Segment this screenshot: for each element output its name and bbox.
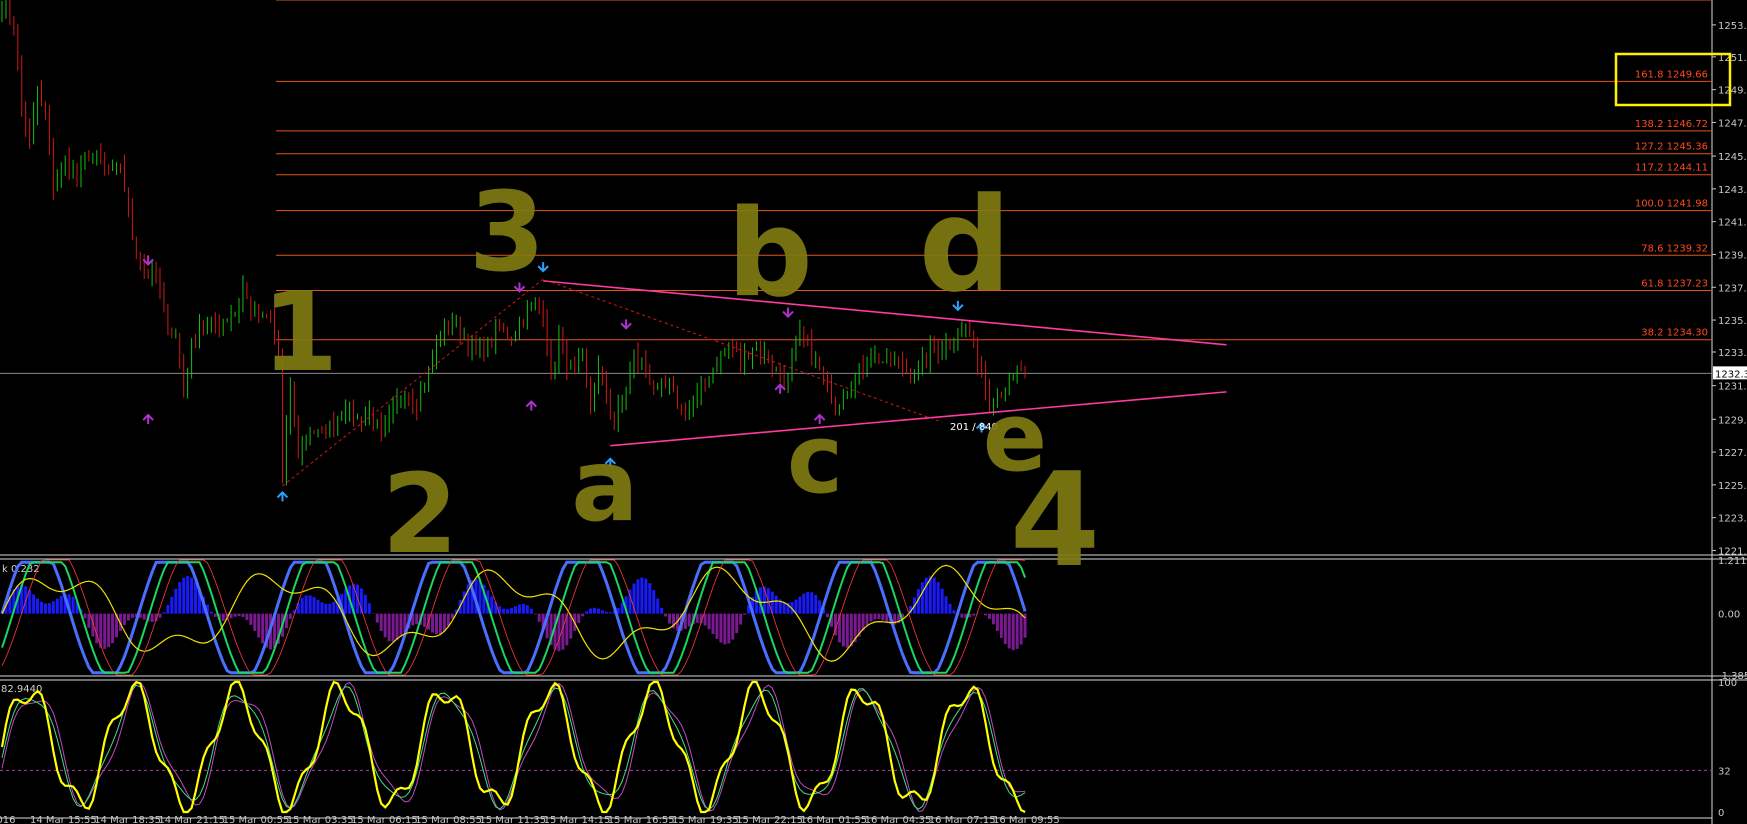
price-tick-label: 1231.57: [1718, 382, 1747, 393]
price-tick-label: 1233.57: [1718, 348, 1747, 359]
wave-label: d: [918, 169, 1011, 321]
osc2-tick-label: 0: [1718, 808, 1724, 819]
price-tick-label: 1227.62: [1718, 448, 1747, 459]
price-tick-label: 1225.67: [1718, 481, 1747, 492]
time-tick-label: 14 Mar 21:15: [158, 815, 225, 824]
price-tick-label: 1243.27: [1718, 185, 1747, 196]
fib-level-label: 61.8 1237.23: [1641, 278, 1708, 289]
time-tick-label: 15 Mar 06:15: [351, 815, 418, 824]
trading-chart[interactable]: 161.8 1249.66 138.2 1246.72 127.2 1245.36 1…: [0, 0, 1747, 824]
trend-line: [610, 391, 1227, 447]
time-tick-label: 15 Mar 08:55: [415, 815, 482, 824]
time-tick-label: 16 Mar 01:55: [800, 815, 867, 824]
arrow-up-icon: [276, 490, 289, 502]
arrow-up-icon: [525, 400, 538, 411]
time-tick-label: 15 Mar 03:35: [287, 815, 354, 824]
price-tick-label: 1223.72: [1718, 514, 1747, 525]
time-tick-label: 16 Mar 04:35: [865, 815, 932, 824]
oscillator-2-pane: 10032082.9440: [0, 678, 1737, 819]
oscillator-1-pane: 1.2110.00-1.385k 0.232: [0, 556, 1747, 682]
time-tick-label: 14 Mar 15:55: [30, 815, 97, 824]
price-tick-label: 1229.57: [1718, 415, 1747, 426]
time-tick-label: 15 Mar 11:35: [479, 815, 546, 824]
time-tick-label: 14 Mar 18:35: [94, 815, 161, 824]
osc1-line-yellow: [1, 564, 1026, 662]
time-tick-label: 15 Mar 22:15: [736, 815, 803, 824]
price-tick-label: 1235.47: [1718, 316, 1747, 327]
time-tick-label: 15 Mar 16:55: [608, 815, 675, 824]
price-tick-label: 1249.17: [1718, 86, 1747, 97]
osc1-label: k 0.232: [2, 564, 40, 575]
osc1-tick-label: 1.211: [1718, 556, 1747, 567]
time-tick-label: 15 Mar 00:55: [223, 815, 290, 824]
price-pane: [0, 0, 1747, 824]
fib-level-label: 100.0 1241.98: [1635, 199, 1708, 210]
fib-level-label: 138.2 1246.72: [1635, 119, 1708, 130]
wave-label: 2: [382, 450, 459, 578]
price-tick-label: 1239.37: [1718, 250, 1747, 261]
osc1-tick-label: 0.00: [1718, 610, 1740, 621]
price-tick-label: 1253.02: [1718, 21, 1747, 32]
fib-level-label: 127.2 1245.36: [1635, 142, 1708, 153]
price-tick-label: 1241.32: [1718, 218, 1747, 229]
time-tick-label: 15 Mar 19:35: [672, 815, 739, 824]
current-price-label: 1232.3: [1715, 369, 1747, 380]
arrow-down-icon: [620, 319, 632, 330]
osc2-tick-label: 100: [1718, 678, 1737, 689]
time-axis: 2016 14 Mar 15:5514 Mar 18:3514 Mar 21:15…: [0, 815, 1060, 824]
wave-label: c: [787, 405, 843, 515]
osc2-tick-label: 32: [1718, 766, 1731, 777]
fib-level-label: 38.2 1234.30: [1641, 328, 1708, 339]
price-tick-label: 1237.42: [1718, 283, 1747, 294]
time-tick-label: 2016: [0, 815, 15, 824]
arrow-up-icon: [142, 413, 154, 425]
wave-label: 1: [262, 268, 339, 396]
wave-label: a: [571, 427, 638, 544]
time-tick-label: 15 Mar 14:15: [544, 815, 611, 824]
price-tick-label: 1247.22: [1718, 118, 1747, 129]
wave-label: b: [727, 185, 813, 324]
fib-level-label: 78.6 1239.32: [1641, 243, 1708, 254]
time-tick-label: 16 Mar 07:15: [929, 815, 996, 824]
fib-level-label: 161.8 1249.66: [1635, 69, 1708, 80]
price-tick-label: 1245.22: [1718, 152, 1747, 163]
time-tick-label: 16 Mar 09:55: [993, 815, 1060, 824]
wave-label: 3: [469, 168, 546, 296]
fib-level-label: 117.2 1244.11: [1635, 163, 1708, 174]
wave-labels: 123abcde4: [262, 168, 1101, 596]
